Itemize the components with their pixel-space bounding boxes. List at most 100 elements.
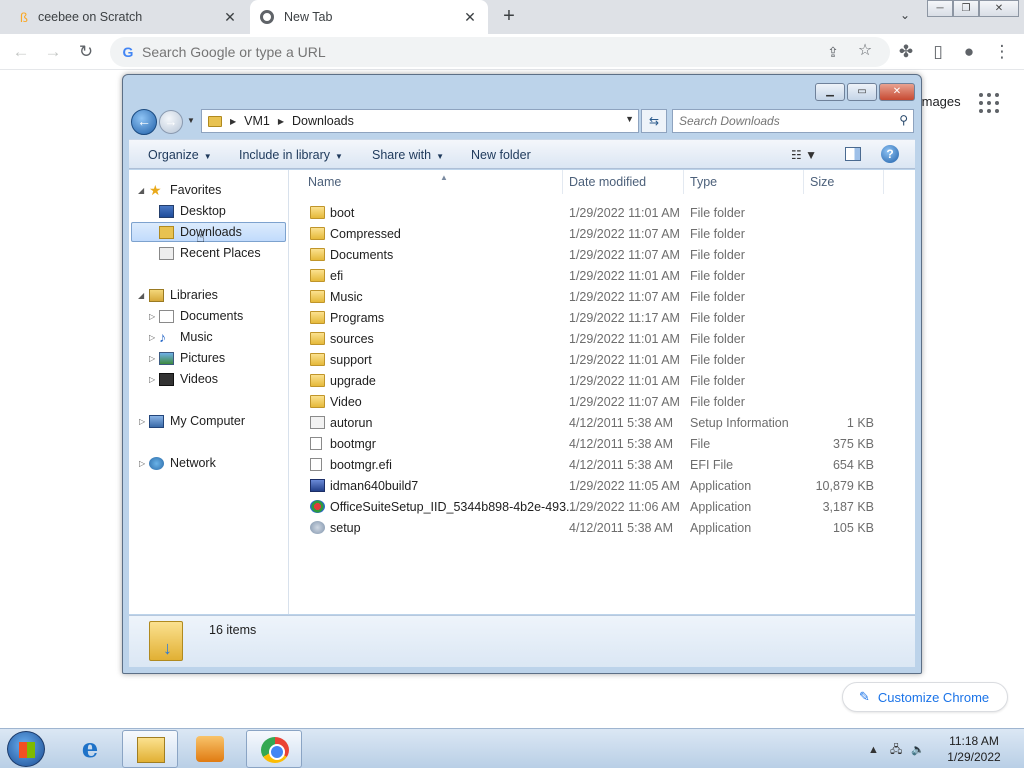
forward-arrow-icon[interactable]: → (43, 42, 63, 62)
new-tab-plus-icon[interactable]: + (498, 6, 520, 28)
change-view-icon[interactable]: ☷ ▼ (791, 148, 817, 162)
breadcrumb-arrow-icon[interactable]: ▶ (230, 117, 236, 126)
column-header-type[interactable]: Type (684, 170, 804, 194)
share-icon[interactable]: ⇪ (823, 42, 843, 62)
file-row[interactable]: Video 1/29/2022 11:07 AM File folder (296, 392, 886, 413)
chrome-menu-icon[interactable]: ⋮ (992, 42, 1012, 62)
file-row[interactable]: efi 1/29/2022 11:01 AM File folder (296, 266, 886, 287)
nav-downloads[interactable]: Downloads (131, 222, 286, 242)
google-apps-grid-icon[interactable] (978, 92, 1000, 114)
address-bar[interactable]: ▶ VM1 ▶ Downloads ▼ (201, 109, 639, 133)
tab-close-icon[interactable]: ✕ (462, 9, 478, 25)
reload-icon[interactable]: ↻ (76, 42, 96, 62)
explorer-search-box[interactable]: ⚲ (672, 109, 914, 133)
file-row[interactable]: Music 1/29/2022 11:07 AM File folder (296, 287, 886, 308)
taskbar-media-player[interactable] (182, 730, 238, 768)
file-row[interactable]: idman640build7 1/29/2022 11:05 AM Applicat… (296, 476, 886, 497)
tab-new-tab[interactable]: New Tab ✕ (250, 0, 488, 34)
nav-desktop[interactable]: Desktop (159, 201, 226, 221)
nav-recent-places[interactable]: Recent Places (159, 243, 261, 263)
volume-icon[interactable]: 🔈 (911, 744, 925, 756)
images-link[interactable]: Images (918, 94, 961, 109)
collapse-arrow-icon[interactable]: ◢ (138, 186, 144, 195)
nav-videos[interactable]: ▷ Videos (149, 369, 218, 389)
tab-scratch[interactable]: ß ceebee on Scratch ✕ (8, 0, 248, 34)
breadcrumb-vm1[interactable]: VM1 (244, 114, 270, 128)
close-window-button[interactable]: ✕ (979, 0, 1019, 17)
file-row[interactable]: support 1/29/2022 11:01 AM File folder (296, 350, 886, 371)
file-type: File folder (690, 353, 745, 367)
network-status-icon[interactable]: 🖧 (890, 744, 902, 756)
nav-network[interactable]: ▷ Network (139, 453, 216, 473)
command-bar: Organize ▼ Include in library ▼ Share with… (129, 139, 915, 169)
nav-my-computer[interactable]: ▷ My Computer (139, 411, 245, 431)
file-row[interactable]: bootmgr.efi 4/12/2011 5:38 AM EFI File 654 … (296, 455, 886, 476)
omnibox-input[interactable] (142, 42, 782, 62)
refresh-button[interactable]: ⇆ (641, 109, 667, 133)
organize-button[interactable]: Organize ▼ (148, 148, 212, 162)
start-button[interactable] (7, 731, 45, 767)
collapse-arrow-icon[interactable]: ◢ (138, 291, 144, 300)
search-icon[interactable]: ⚲ (899, 113, 908, 127)
file-row[interactable]: setup 4/12/2011 5:38 AM Application 105 KB (296, 518, 886, 539)
taskbar-chrome[interactable] (246, 730, 302, 768)
file-row[interactable]: OfficeSuiteSetup_IID_5344b898-4b2e-493..… (296, 497, 886, 518)
expand-arrow-icon[interactable]: ▷ (139, 417, 145, 426)
expand-arrow-icon[interactable]: ▷ (149, 354, 155, 363)
extensions-puzzle-icon[interactable]: ✤ (896, 42, 916, 62)
recent-pages-dropdown-icon[interactable]: ▼ (187, 116, 197, 126)
explorer-close-button[interactable]: ✕ (879, 83, 915, 101)
explorer-minimize-button[interactable]: ▁ (815, 83, 845, 101)
file-row[interactable]: autorun 4/12/2011 5:38 AM Setup Informatio… (296, 413, 886, 434)
breadcrumb-downloads[interactable]: Downloads (292, 114, 354, 128)
expand-arrow-icon[interactable]: ▷ (149, 333, 155, 342)
expand-arrow-icon[interactable]: ▷ (149, 312, 155, 321)
include-in-library-button[interactable]: Include in library ▼ (239, 148, 343, 162)
file-row[interactable]: Documents 1/29/2022 11:07 AM File folder (296, 245, 886, 266)
minimize-button[interactable]: ─ (927, 0, 953, 17)
nav-libraries[interactable]: ◢ Libraries (138, 285, 218, 305)
expand-arrow-icon[interactable]: ▷ (149, 375, 155, 384)
clock[interactable]: 11:18 AM 1/29/2022 (944, 733, 1004, 765)
show-hidden-icons-icon[interactable]: ▲ (868, 744, 879, 756)
column-header-name[interactable]: Name ▲ (302, 170, 563, 194)
omnibox[interactable]: G ⇪ ☆ (110, 37, 890, 67)
file-row[interactable]: upgrade 1/29/2022 11:01 AM File folder (296, 371, 886, 392)
file-row[interactable]: bootmgr 4/12/2011 5:38 AM File 375 KB (296, 434, 886, 455)
restore-button[interactable]: ❐ (953, 0, 979, 17)
address-dropdown-icon[interactable]: ▼ (625, 114, 634, 124)
nav-music[interactable]: ▷ ♪ Music (149, 327, 213, 347)
file-type: File folder (690, 311, 745, 325)
file-row[interactable]: sources 1/29/2022 11:01 AM File folder (296, 329, 886, 350)
file-row[interactable]: Programs 1/29/2022 11:17 AM File folder (296, 308, 886, 329)
column-header-date[interactable]: Date modified (563, 170, 684, 194)
windows-logo-icon (19, 742, 35, 758)
explorer-search-input[interactable] (679, 113, 879, 129)
expand-arrow-icon[interactable]: ▷ (139, 459, 145, 468)
customize-chrome-button[interactable]: ✎ Customize Chrome (842, 682, 1008, 712)
back-arrow-icon[interactable]: ← (11, 42, 31, 62)
folder-icon (310, 332, 325, 345)
side-panel-icon[interactable]: ▯ (928, 42, 948, 62)
explorer-maximize-button[interactable]: ▭ (847, 83, 877, 101)
nav-documents[interactable]: ▷ Documents (149, 306, 243, 326)
nav-favorites[interactable]: ◢ ★ Favorites (138, 180, 221, 200)
file-date: 4/12/2011 5:38 AM (569, 416, 674, 430)
profile-avatar-icon[interactable]: ● (959, 42, 979, 62)
tab-search-chevron-icon[interactable]: ⌄ (896, 8, 914, 26)
preview-pane-icon[interactable] (845, 147, 861, 161)
taskbar-internet-explorer[interactable]: e (62, 730, 118, 768)
taskbar-windows-explorer[interactable] (122, 730, 178, 768)
column-header-size[interactable]: Size (804, 170, 884, 194)
explorer-forward-button[interactable]: → (159, 110, 183, 134)
share-with-button[interactable]: Share with ▼ (372, 148, 444, 162)
new-folder-button[interactable]: New folder (471, 148, 531, 162)
nav-pictures[interactable]: ▷ Pictures (149, 348, 225, 368)
tab-close-icon[interactable]: ✕ (222, 9, 238, 25)
help-icon[interactable]: ? (881, 145, 899, 163)
explorer-back-button[interactable]: ← (131, 109, 157, 135)
breadcrumb-arrow-icon[interactable]: ▶ (278, 117, 284, 126)
file-row[interactable]: boot 1/29/2022 11:01 AM File folder (296, 203, 886, 224)
bookmark-star-icon[interactable]: ☆ (855, 41, 875, 61)
file-row[interactable]: Compressed 1/29/2022 11:07 AM File folder (296, 224, 886, 245)
